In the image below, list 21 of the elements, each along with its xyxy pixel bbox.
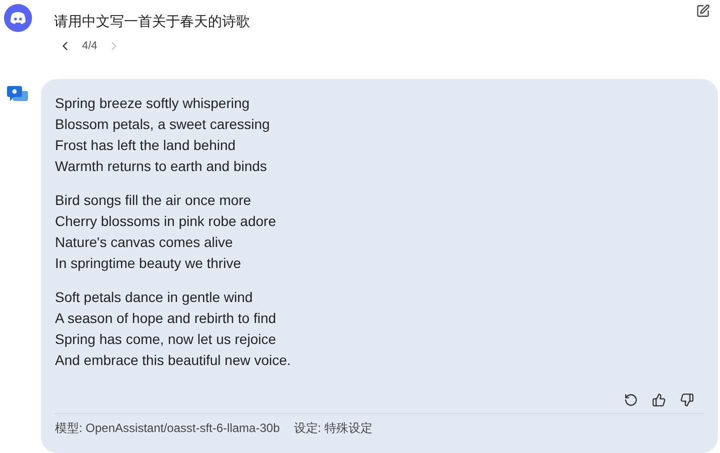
poem-line: Cherry blossoms in pink robe adore [55, 212, 277, 231]
settings-label: 设定: 特殊设定 [294, 420, 372, 437]
poem-line: Blossom petals, a sweet caressing [55, 115, 271, 134]
edit-icon[interactable] [696, 4, 710, 18]
poem-line: Spring has come, now let us rejoice [55, 330, 277, 349]
poem-line: In springtime beauty we thrive [55, 254, 242, 273]
poem-line: Spring breeze softly whispering [55, 94, 251, 113]
thumbs-down-icon[interactable] [680, 393, 694, 407]
model-label: 模型: OpenAssistant/oasst-sft-6-llama-30b [55, 420, 280, 437]
poem-line: Frost has left the land behind [55, 136, 237, 155]
poem-line: And embrace this beautiful new voice. [55, 351, 292, 370]
retry-icon[interactable] [624, 393, 638, 407]
page-counter: 4/4 [82, 40, 98, 52]
poem-line: A season of hope and rebirth to find [55, 309, 278, 328]
poem-line: Bird songs fill the air once more [55, 191, 252, 210]
poem-line: Warmth returns to earth and binds [55, 157, 268, 176]
thumbs-up-icon[interactable] [652, 393, 666, 407]
poem-line: Soft petals dance in gentle wind [55, 288, 254, 307]
poem-line: Nature's canvas comes alive [55, 233, 234, 252]
user-message: 请用中文写一首关于春天的诗歌 [54, 13, 251, 31]
user-avatar [4, 4, 32, 32]
